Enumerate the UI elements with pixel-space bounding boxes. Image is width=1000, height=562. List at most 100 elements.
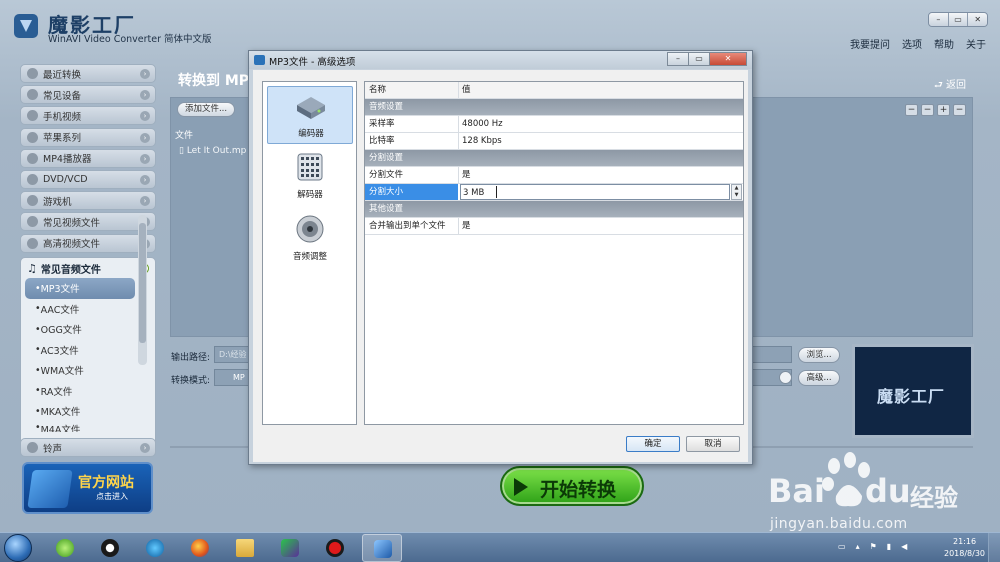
audio-item-wma[interactable]: • WMA文件	[21, 360, 155, 381]
help-link[interactable]: 帮助	[934, 36, 954, 51]
close-icon[interactable]: ✕	[968, 13, 987, 26]
audio-item-label: M4A文件	[40, 424, 81, 432]
audio-item-label: RA文件	[40, 386, 73, 398]
film-reel-icon	[146, 539, 164, 557]
audio-item-ac3[interactable]: • AC3文件	[21, 340, 155, 361]
sidebar-item-label: 高清视频文件	[43, 239, 101, 250]
ask-question-link[interactable]: 我要提问	[850, 36, 890, 51]
minimize-icon[interactable]: –	[667, 52, 689, 66]
options-link[interactable]: 选项	[902, 36, 922, 51]
section-other[interactable]: 其他设置	[365, 201, 743, 218]
chevron-up-icon[interactable]: ▴	[856, 542, 860, 551]
audio-item-label: AAC文件	[40, 304, 80, 316]
audio-item-mka[interactable]: • MKA文件	[21, 401, 155, 422]
row-split-size[interactable]: 分割大小 3 MB ▲ ▼	[365, 184, 743, 201]
sidebar-item-ringtone[interactable]: 铃声 ›	[20, 438, 156, 457]
maximize-icon[interactable]: ▭	[688, 52, 710, 66]
show-desktop-button[interactable]	[988, 533, 1000, 562]
category-label: 音频调整	[292, 252, 327, 262]
audio-list-scrollbar[interactable]	[138, 215, 147, 365]
clock[interactable]: 21:16 2018/8/30	[944, 536, 985, 560]
row-sample-rate[interactable]: 采样率 48000 Hz	[365, 116, 743, 133]
row-split-file[interactable]: 分割文件 是	[365, 167, 743, 184]
sidebar-item-apple[interactable]: 苹果系列 ›	[20, 127, 156, 147]
sidebar-item-label: MP4播放器	[43, 154, 92, 166]
sidebar-item-game[interactable]: 游戏机 ›	[20, 191, 156, 211]
taskbar-360-browser[interactable]	[45, 534, 85, 562]
property-value: 128 Kbps	[462, 136, 502, 146]
volume-icon[interactable]: ◀	[901, 542, 907, 551]
sidebar-item-recent[interactable]: 最近转换 ›	[20, 64, 156, 83]
app-logo-icon	[14, 14, 38, 38]
folder-icon	[236, 539, 254, 557]
audio-item-mp3[interactable]: • MP3文件	[25, 278, 135, 299]
sidebar-item-phone[interactable]: 手机视频 ›	[20, 106, 156, 126]
property-value: 是	[462, 170, 471, 180]
audio-group-header[interactable]: ♫ 常见音频文件 ✓	[21, 258, 155, 278]
row-bitrate[interactable]: 比特率 128 Kbps	[365, 133, 743, 150]
windows-start-icon[interactable]	[4, 534, 32, 562]
add-icon[interactable]: +	[937, 104, 950, 116]
add-file-button[interactable]: 添加文件...	[177, 102, 235, 117]
sidebar-item-devices[interactable]: 常见设备 ›	[20, 85, 156, 105]
taskbar-app-green[interactable]	[270, 534, 310, 562]
taskbar-winavi[interactable]	[362, 534, 402, 562]
audio-item-ogg[interactable]: • OGG文件	[21, 319, 155, 340]
section-split[interactable]: 分割设置	[365, 150, 743, 167]
property-value: 48000 Hz	[462, 119, 503, 129]
chevron-down-icon[interactable]	[779, 371, 792, 384]
section-audio[interactable]: 音频设置	[365, 99, 743, 116]
taskbar-recorder[interactable]	[315, 534, 355, 562]
audio-item-label: WMA文件	[40, 366, 84, 378]
chevron-right-icon: ›	[140, 443, 150, 453]
sidebar-item-dvd[interactable]: DVD/VCD ›	[20, 169, 156, 189]
remove-icon[interactable]: −	[905, 104, 918, 116]
back-button[interactable]: ⮐ 返回	[934, 76, 966, 95]
move-icon[interactable]: −	[921, 104, 934, 116]
clear-icon[interactable]: −	[953, 104, 966, 116]
audio-item-label: AC3文件	[40, 345, 79, 357]
file-row[interactable]: ▯ Let It Out.mp	[179, 146, 246, 156]
ok-button[interactable]: 确定	[626, 436, 680, 452]
close-icon[interactable]: ✕	[709, 52, 747, 66]
audio-item-aac[interactable]: • AAC文件	[21, 299, 155, 320]
advanced-button[interactable]: 高级...	[798, 370, 840, 386]
sidebar-item-video[interactable]: 常见视频文件›	[20, 212, 156, 232]
sidebar-item-label: 游戏机	[43, 196, 72, 208]
split-size-input[interactable]: 3 MB	[460, 184, 730, 200]
audio-item-m4a[interactable]: • M4A文件	[21, 422, 155, 432]
taskbar-media-player[interactable]	[135, 534, 175, 562]
taskbar-explorer[interactable]	[225, 534, 265, 562]
category-audio-adjust[interactable]: 音频调整	[267, 210, 353, 268]
watermark-url: jingyan.baidu.com	[770, 516, 908, 532]
sidebar-item-label: 常见设备	[43, 90, 82, 102]
sidebar-item-hd-video[interactable]: 高清视频文件›	[20, 233, 156, 253]
category-label: 解码器	[297, 190, 323, 200]
browse-button[interactable]: 浏览...	[798, 347, 840, 363]
apple-icon	[27, 131, 38, 143]
category-decoder[interactable]: 解码器	[267, 148, 353, 206]
taskbar-firefox[interactable]	[180, 534, 220, 562]
official-site-banner[interactable]: 官方网站 点击进入	[22, 462, 153, 514]
row-merge-output[interactable]: 合并输出到单个文件 是	[365, 218, 743, 235]
clock-time: 21:16	[952, 537, 977, 546]
preview-pane: 魔影工厂	[852, 344, 974, 438]
maximize-icon[interactable]: ▭	[948, 13, 969, 26]
chevron-right-icon: ›	[140, 69, 150, 79]
cancel-button[interactable]: 取消	[686, 436, 740, 452]
audio-item-ra[interactable]: • RA文件	[21, 381, 155, 402]
taskbar: ▭ ▴ ⚑ ▮ ◀ 21:16 2018/8/30	[0, 532, 1000, 562]
taskbar-qq[interactable]	[90, 534, 130, 562]
start-convert-button[interactable]: 开始转换	[500, 466, 644, 506]
flag-icon[interactable]: ⚑	[870, 542, 877, 551]
category-encoder[interactable]: 编码器	[267, 86, 353, 144]
minimize-icon[interactable]: –	[929, 13, 949, 26]
chevron-right-icon: ›	[140, 132, 150, 143]
audio-item-label: MP3文件	[40, 284, 80, 296]
mp4-player-icon	[27, 152, 38, 164]
spin-arrows-icon[interactable]: ▲ ▼	[731, 184, 742, 200]
sidebar-item-mp4[interactable]: MP4播放器 ›	[20, 148, 156, 168]
battery-icon[interactable]: ▮	[887, 542, 891, 551]
about-link[interactable]: 关于	[966, 36, 986, 51]
keyboard-icon[interactable]: ▭	[838, 542, 846, 551]
